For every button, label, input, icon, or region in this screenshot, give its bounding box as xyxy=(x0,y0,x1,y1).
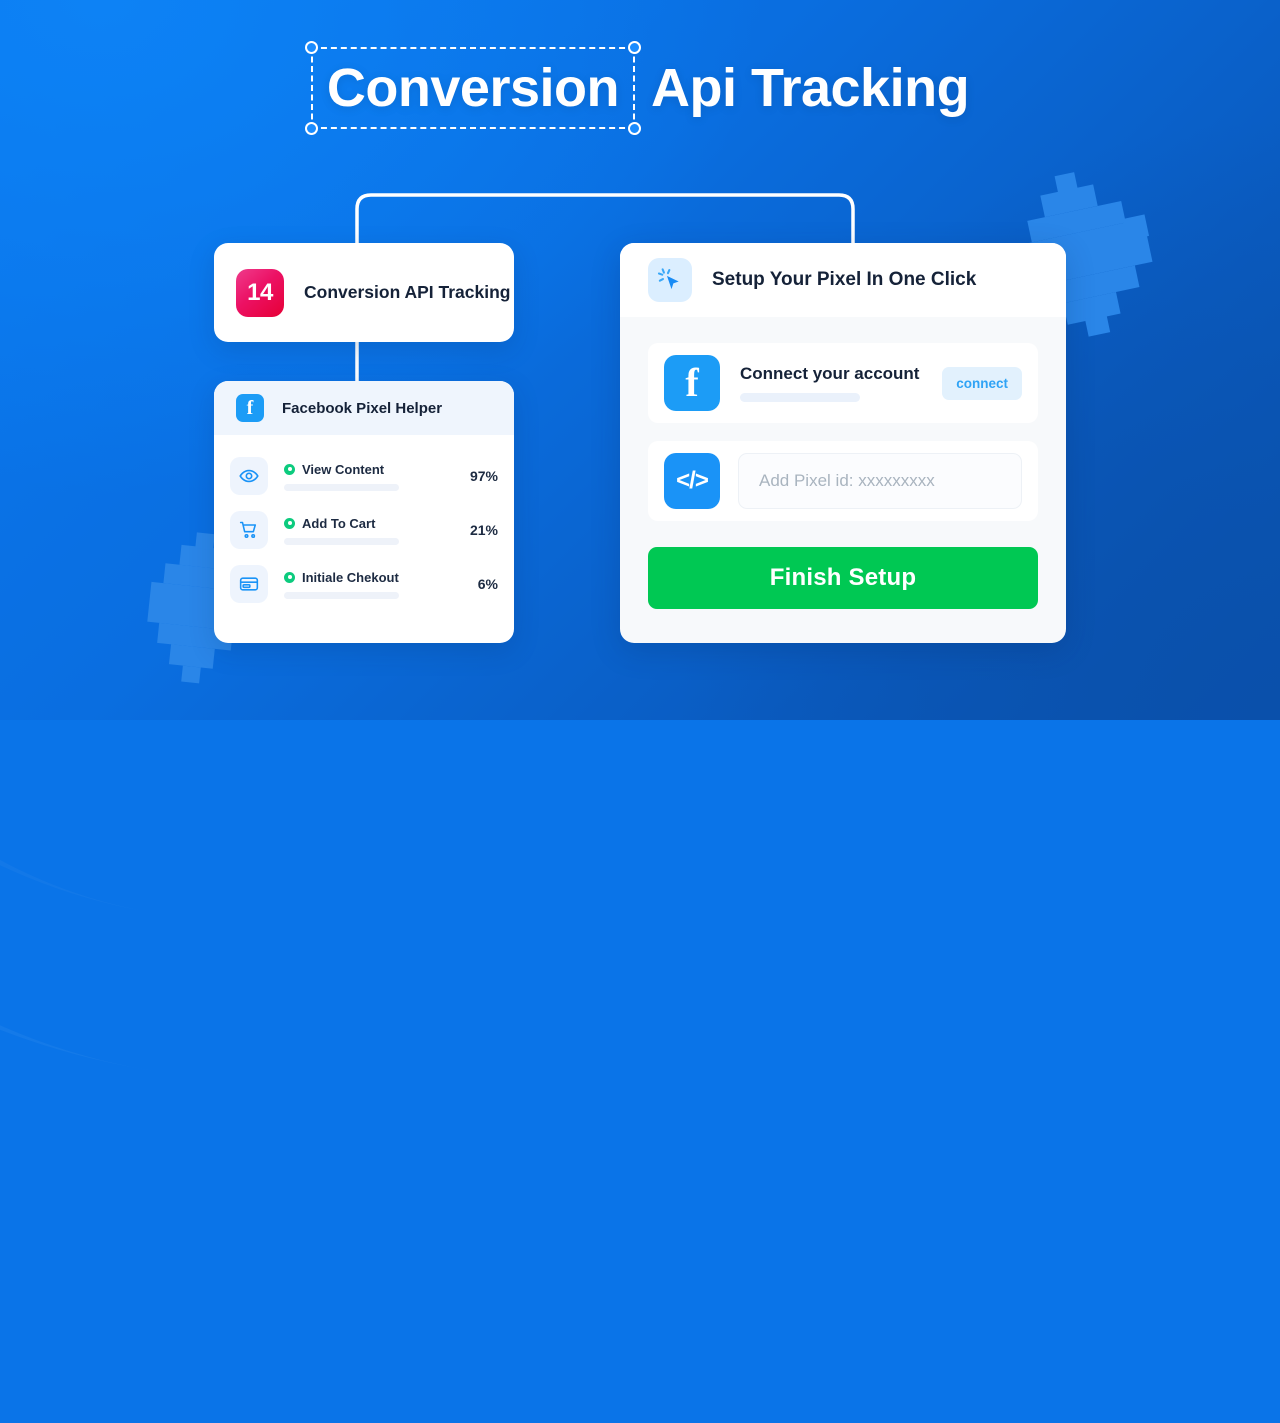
page-title: Conversion Api Tracking xyxy=(0,41,1280,135)
status-dot xyxy=(284,571,295,583)
connect-button[interactable]: connect xyxy=(942,366,1022,400)
credit-card-icon xyxy=(230,565,268,603)
metrics-list: View Content 97% Add To Cart 21% Initial… xyxy=(214,435,514,611)
metric-label: View Content xyxy=(302,461,385,477)
conversion-api-tracking-card[interactable]: 14 Conversion API Tracking xyxy=(214,243,514,342)
metric-label: Initiale Chekout xyxy=(302,569,399,585)
panel-header: Setup Your Pixel In One Click xyxy=(620,243,1066,317)
metric-label: Add To Cart xyxy=(302,515,376,531)
background-swoosh xyxy=(0,0,1263,1423)
metric-percent: 97% xyxy=(469,468,498,484)
selection-handle-top-left[interactable] xyxy=(304,41,318,54)
metric-bar xyxy=(284,483,399,491)
connect-account-row[interactable]: f Connect your account connect xyxy=(648,343,1038,423)
facebook-pixel-helper-card[interactable]: f Facebook Pixel Helper View Content 97% xyxy=(214,381,514,643)
setup-panel[interactable]: Setup Your Pixel In One Click f Connect … xyxy=(620,243,1066,643)
tracking-card-label: Conversion API Tracking xyxy=(304,282,511,302)
eye-icon xyxy=(230,457,268,495)
status-dot xyxy=(284,463,295,475)
metric-percent: 21% xyxy=(469,522,498,538)
metric-bar xyxy=(284,591,399,599)
finish-setup-button[interactable]: Finish Setup xyxy=(648,547,1038,609)
click-cursor-icon xyxy=(648,258,692,302)
facebook-icon: f xyxy=(664,355,720,411)
helper-card-header: f Facebook Pixel Helper xyxy=(214,381,514,435)
pixel-id-row[interactable]: </> xyxy=(648,441,1038,521)
title-selected-text: Conversion xyxy=(326,58,620,118)
connect-placeholder-bar xyxy=(740,393,860,402)
selection-handle-top-right[interactable] xyxy=(627,41,641,54)
status-dot xyxy=(284,517,295,529)
panel-title: Setup Your Pixel In One Click xyxy=(712,269,977,290)
selection-handle-bottom-left[interactable] xyxy=(304,122,318,135)
connect-account-title: Connect your account xyxy=(740,364,920,383)
metric-bar xyxy=(284,537,399,545)
badge-14-icon: 14 xyxy=(236,268,284,317)
metric-percent: 6% xyxy=(477,576,498,592)
facebook-icon: f xyxy=(236,394,264,422)
list-item[interactable]: Initiale Chekout 6% xyxy=(230,557,498,611)
list-item[interactable]: View Content 97% xyxy=(230,449,498,503)
title-rest-text: Api Tracking xyxy=(650,58,970,118)
list-item[interactable]: Add To Cart 21% xyxy=(230,503,498,557)
pixel-id-input[interactable] xyxy=(738,453,1022,509)
helper-card-title: Facebook Pixel Helper xyxy=(282,399,443,417)
title-selection-box[interactable]: Conversion xyxy=(304,41,641,135)
code-icon: </> xyxy=(664,453,720,509)
selection-handle-bottom-right[interactable] xyxy=(627,122,641,135)
cart-icon xyxy=(230,511,268,549)
